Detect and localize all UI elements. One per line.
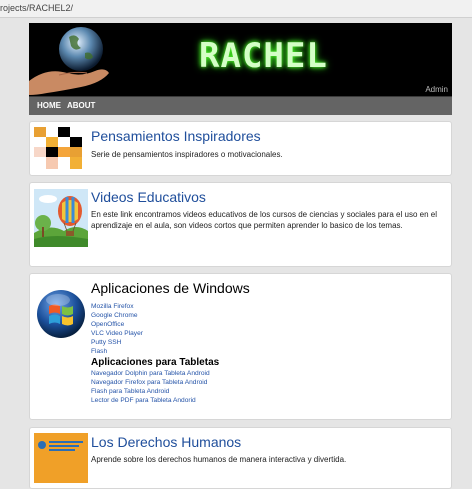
nav-about[interactable]: ABOUT xyxy=(67,101,95,110)
app-link[interactable]: Mozilla Firefox xyxy=(91,302,219,311)
card-pensamientos[interactable]: Pensamientos Inspiradores Serie de pensa… xyxy=(29,121,452,176)
app-link[interactable]: VLC Video Player xyxy=(91,329,219,338)
card-aplicaciones[interactable]: Aplicaciones de Windows Mozilla Firefox … xyxy=(29,273,452,420)
windows-app-links: Mozilla Firefox Google Chrome OpenOffice… xyxy=(91,302,219,405)
admin-link[interactable]: Admin xyxy=(425,85,448,94)
browser-url-bar[interactable]: rojects/RACHEL2/ xyxy=(0,0,472,18)
card-description: En este link encontramos videos educativ… xyxy=(91,210,437,230)
windows-logo-icon xyxy=(34,284,88,344)
card-title: Aplicaciones de Windows xyxy=(91,280,250,296)
card-title[interactable]: Pensamientos Inspiradores xyxy=(91,128,261,144)
app-link[interactable]: OpenOffice xyxy=(91,320,219,329)
url-text: rojects/RACHEL2/ xyxy=(0,3,74,13)
card-description: Serie de pensamientos inspiradores o mot… xyxy=(91,150,283,159)
nav-home[interactable]: HOME xyxy=(37,101,61,110)
app-link[interactable]: Google Chrome xyxy=(91,311,219,320)
card-title[interactable]: Los Derechos Humanos xyxy=(91,434,241,450)
pensamientos-thumbnail xyxy=(34,127,88,169)
derechos-thumbnail xyxy=(34,433,88,483)
app-link[interactable]: Putty SSH xyxy=(91,338,219,347)
globe-in-hand-icon xyxy=(29,27,109,95)
card-description: Aprende sobre los derechos humanos de ma… xyxy=(91,455,347,464)
main-nav: HOME ABOUT xyxy=(29,96,452,115)
tablet-app-link[interactable]: Lector de PDF para Tableta Andorid xyxy=(91,396,219,405)
site-header: RACHEL Admin xyxy=(29,23,452,96)
card-title[interactable]: Videos Educativos xyxy=(91,189,206,205)
tablet-app-link[interactable]: Navegador Dolphin para Tableta Android xyxy=(91,369,219,378)
tablet-apps-heading: Aplicaciones para Tabletas xyxy=(91,357,220,368)
tablet-app-link[interactable]: Flash para Tableta Android xyxy=(91,387,219,396)
videos-thumbnail xyxy=(34,189,88,247)
card-videos[interactable]: Videos Educativos En este link encontram… xyxy=(29,182,452,267)
tablet-app-link[interactable]: Navegador Firefox para Tableta Android xyxy=(91,378,219,387)
app-link[interactable]: Flash xyxy=(91,347,219,356)
card-derechos[interactable]: Los Derechos Humanos Aprende sobre los d… xyxy=(29,427,452,489)
site-logo[interactable]: RACHEL xyxy=(199,36,328,76)
